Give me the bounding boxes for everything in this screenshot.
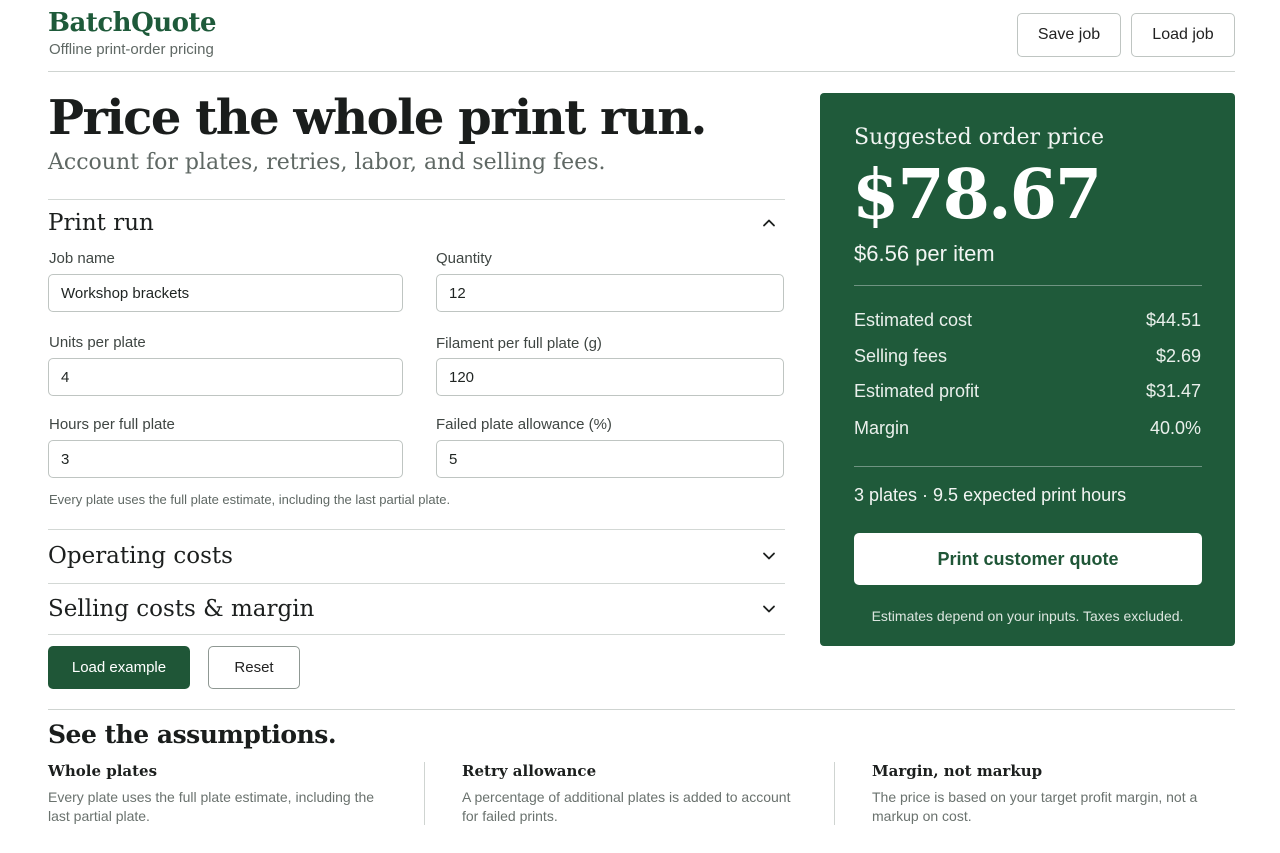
suggested-price: $78.67 xyxy=(852,155,1102,235)
quote-row-estimated-profit: Estimated profit $31.47 xyxy=(854,381,1201,402)
chevron-down-icon xyxy=(763,552,775,560)
section-toggle-selling-costs[interactable]: Selling costs & margin xyxy=(48,589,785,629)
load-example-button[interactable]: Load example xyxy=(48,646,190,689)
column-divider xyxy=(424,762,425,825)
assumption-title: Retry allowance xyxy=(462,762,597,780)
header-divider xyxy=(48,71,1235,72)
plate-summary: 3 plates · 9.5 expected print hours xyxy=(854,485,1127,505)
reset-button[interactable]: Reset xyxy=(208,646,300,689)
quote-row-value: $44.51 xyxy=(1145,310,1201,330)
section-divider xyxy=(48,583,785,584)
print-quote-button[interactable]: Print customer quote xyxy=(854,533,1202,585)
quote-row-label: Estimated cost xyxy=(854,310,973,330)
assumption-text: Every plate uses the full plate estimate… xyxy=(48,789,375,824)
section-title-selling-costs: Selling costs & margin xyxy=(48,596,315,622)
assumption-title: Whole plates xyxy=(48,762,158,780)
units-per-plate-label: Units per plate xyxy=(49,334,146,351)
price-per-item: $6.56 per item xyxy=(854,241,995,266)
plate-help-text: Every plate uses the full plate estimate… xyxy=(49,492,451,507)
quote-row-label: Margin xyxy=(854,418,910,438)
section-toggle-print-run[interactable]: Print run xyxy=(48,203,785,243)
quote-row-estimated-cost: Estimated cost $44.51 xyxy=(854,310,1201,331)
brand-tagline: Offline print-order pricing xyxy=(49,41,214,58)
units-per-plate-input[interactable] xyxy=(48,358,403,396)
page-title: Price the whole print run. xyxy=(48,90,707,146)
hours-per-plate-input[interactable] xyxy=(48,440,403,478)
save-job-button[interactable]: Save job xyxy=(1017,13,1121,57)
failed-plate-label: Failed plate allowance (%) xyxy=(436,416,612,433)
job-name-input[interactable] xyxy=(48,274,403,312)
page-subtitle: Account for plates, retries, labor, and … xyxy=(48,150,606,175)
assumption-text: A percentage of additional plates is add… xyxy=(462,789,791,824)
quote-divider xyxy=(854,466,1202,467)
section-divider xyxy=(48,529,785,530)
quote-row-label: Estimated profit xyxy=(854,381,980,401)
filament-label: Filament per full plate (g) xyxy=(436,335,602,352)
quantity-label: Quantity xyxy=(436,250,492,267)
filament-input[interactable] xyxy=(436,358,784,396)
hours-per-plate-label: Hours per full plate xyxy=(49,416,175,433)
quote-row-label: Selling fees xyxy=(854,346,948,366)
assumption-margin-not-markup: Margin, not markup The price is based on… xyxy=(872,762,1202,826)
section-title-operating-costs: Operating costs xyxy=(48,543,233,569)
assumption-whole-plates: Whole plates Every plate uses the full p… xyxy=(48,762,378,826)
chevron-up-icon xyxy=(763,219,775,227)
section-toggle-operating-costs[interactable]: Operating costs xyxy=(48,536,785,576)
brand-logo: BatchQuote xyxy=(48,8,217,38)
quote-row-margin: Margin 40.0% xyxy=(854,418,1201,439)
assumption-retry-allowance: Retry allowance A percentage of addition… xyxy=(462,762,792,826)
quote-row-value: $31.47 xyxy=(1145,381,1201,401)
assumption-title: Margin, not markup xyxy=(872,762,1043,780)
quote-disclaimer: Estimates depend on your inputs. Taxes e… xyxy=(871,608,1184,624)
quote-panel: Suggested order price $78.67 $6.56 per i… xyxy=(820,93,1235,646)
assumptions-title: See the assumptions. xyxy=(48,720,337,749)
section-divider xyxy=(48,199,785,200)
job-name-label: Job name xyxy=(49,250,115,267)
load-job-button[interactable]: Load job xyxy=(1131,13,1235,57)
section-divider xyxy=(48,634,785,635)
failed-plate-input[interactable] xyxy=(436,440,784,478)
quote-label: Suggested order price xyxy=(854,125,1105,150)
assumptions-divider xyxy=(48,709,1235,710)
column-divider xyxy=(834,762,835,825)
quantity-input[interactable] xyxy=(436,274,784,312)
section-title-print-run: Print run xyxy=(48,210,154,236)
quote-row-selling-fees: Selling fees $2.69 xyxy=(854,346,1201,367)
chevron-down-icon xyxy=(763,605,775,613)
quote-divider xyxy=(854,285,1202,286)
assumption-text: The price is based on your target profit… xyxy=(872,789,1198,824)
quote-row-value: 40.0% xyxy=(1149,418,1201,438)
quote-row-value: $2.69 xyxy=(1155,346,1201,366)
